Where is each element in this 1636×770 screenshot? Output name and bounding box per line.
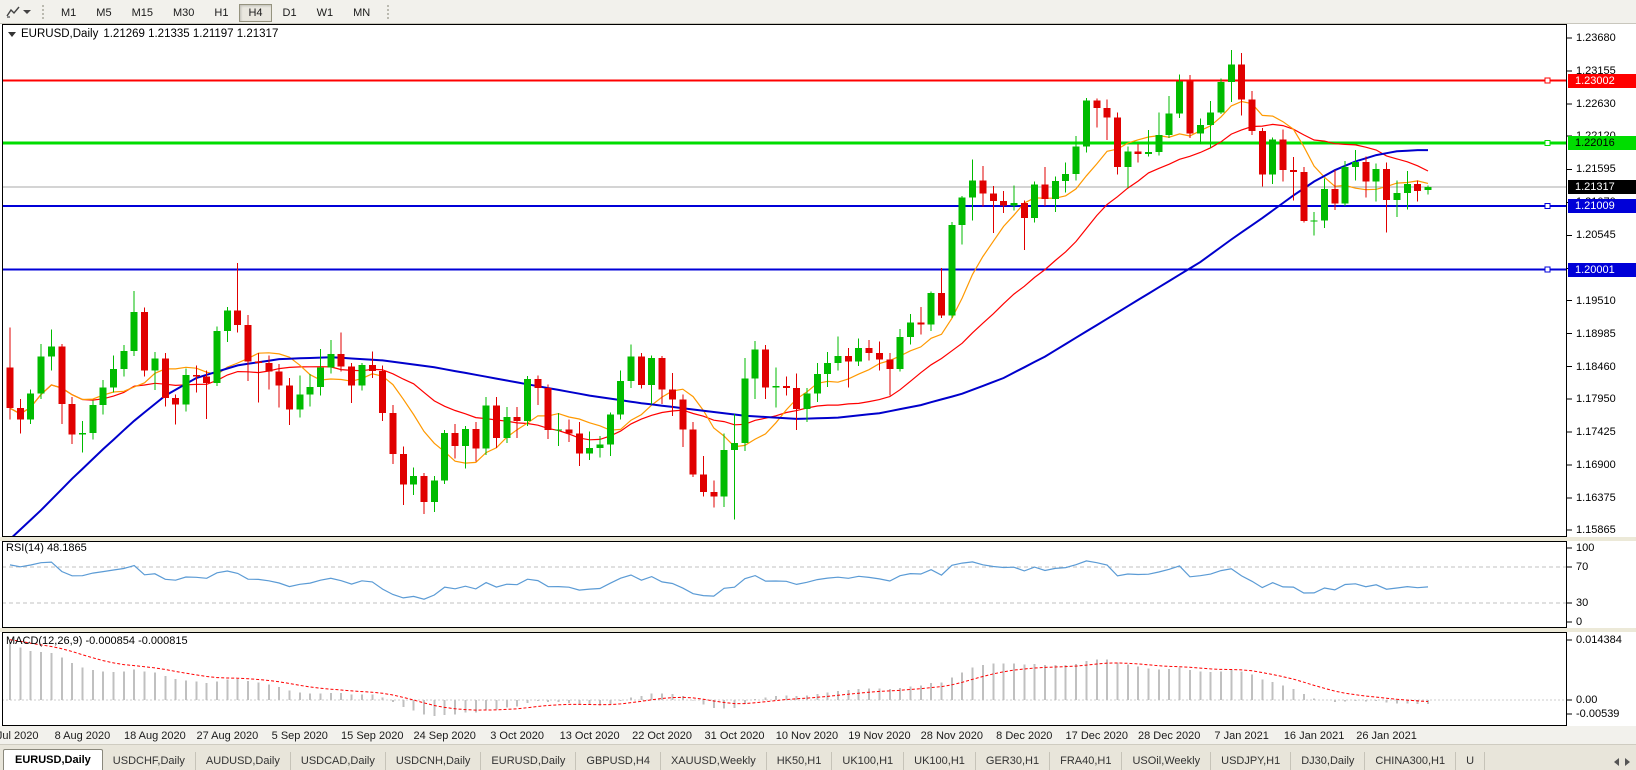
chart-tab-fra40-h1[interactable]: FRA40,H1 <box>1050 752 1123 770</box>
timeframe-button-w1[interactable]: W1 <box>308 4 343 22</box>
macd-series <box>9 642 1429 717</box>
chart-tab-hk50-h1[interactable]: HK50,H1 <box>767 752 833 770</box>
timeframe-button-m30[interactable]: M30 <box>164 4 203 22</box>
chart-tab-dj30-daily[interactable]: DJ30,Daily <box>1291 752 1366 770</box>
chart-tab-china300-h1[interactable]: CHINA300,H1 <box>1365 752 1457 770</box>
timeframe-buttons: M1 M5 M15 M30 H1 H4 D1 W1 MN <box>51 3 380 22</box>
chevron-down-icon[interactable] <box>23 9 31 14</box>
timeframe-button-mn[interactable]: MN <box>344 4 379 22</box>
panel-border <box>2 24 1567 537</box>
timeframe-button-m5[interactable]: M5 <box>87 4 120 22</box>
ma-medium-line <box>9 123 1429 441</box>
chart-tab-audusd-daily[interactable]: AUDUSD,Daily <box>196 752 291 770</box>
hline-handle[interactable] <box>1544 139 1551 146</box>
chart-tab-usdjpy-h1[interactable]: USDJPY,H1 <box>1211 752 1292 770</box>
timeframe-toolbar: M1 M5 M15 M30 H1 H4 D1 W1 MN <box>0 0 1636 24</box>
timeframe-button-h1[interactable]: H1 <box>205 4 237 22</box>
trading-terminal-window: M1 M5 M15 M30 H1 H4 D1 W1 MN EURUSD,Daily 1.2126… <box>0 0 1636 770</box>
timeframe-button-m1[interactable]: M1 <box>52 4 85 22</box>
toolbar-grip[interactable] <box>386 3 391 20</box>
ma-slow-line <box>10 149 1428 537</box>
chart-tab-usdchf-daily[interactable]: USDCHF,Daily <box>103 752 196 770</box>
hline-handle[interactable] <box>1544 266 1551 273</box>
chart-tab-xauusd-weekly[interactable]: XAUUSD,Weekly <box>661 752 767 770</box>
chart-tab-ger30-h1[interactable]: GER30,H1 <box>976 752 1051 770</box>
tab-scroll-left-icon[interactable] <box>1614 758 1619 766</box>
tab-scroll-controls <box>1608 758 1636 770</box>
chart-tab-eurusd-daily[interactable]: EURUSD,Daily <box>481 752 577 770</box>
panel-border <box>2 541 1567 628</box>
hline-handle[interactable] <box>1544 77 1551 84</box>
chart-tab-gbpusd-h4[interactable]: GBPUSD,H4 <box>576 752 661 770</box>
chart-tab-bar: EURUSD,Daily USDCHF,Daily AUDUSD,Daily USDC… <box>0 744 1636 770</box>
tab-scroll-right-icon[interactable] <box>1625 758 1630 766</box>
chart-tab-usdcad-daily[interactable]: USDCAD,Daily <box>291 752 386 770</box>
chart-tab-usoil-weekly[interactable]: USOil,Weekly <box>1122 752 1212 770</box>
toolbar-grip[interactable] <box>41 3 45 20</box>
ma-fast-line <box>9 100 1429 464</box>
chart-tabs: EURUSD,Daily USDCHF,Daily AUDUSD,Daily USDC… <box>0 749 1486 770</box>
chart-tool-icon[interactable] <box>4 4 22 20</box>
chart-tab-uk100-h1[interactable]: UK100,H1 <box>904 752 976 770</box>
timeframe-button-h4[interactable]: H4 <box>239 3 272 22</box>
chart-tab-eurusd-daily[interactable]: EURUSD,Daily <box>3 749 103 770</box>
hline-handle[interactable] <box>1544 203 1551 210</box>
timeframe-button-m15[interactable]: M15 <box>123 4 162 22</box>
chart-tab-usdcnh-daily[interactable]: USDCNH,Daily <box>386 752 482 770</box>
timeframe-button-d1[interactable]: D1 <box>274 4 306 22</box>
chart-tab-uk100-h1[interactable]: UK100,H1 <box>832 752 905 770</box>
horizontal-lines <box>2 79 1567 271</box>
chart-tab-u[interactable]: U <box>1456 752 1486 770</box>
